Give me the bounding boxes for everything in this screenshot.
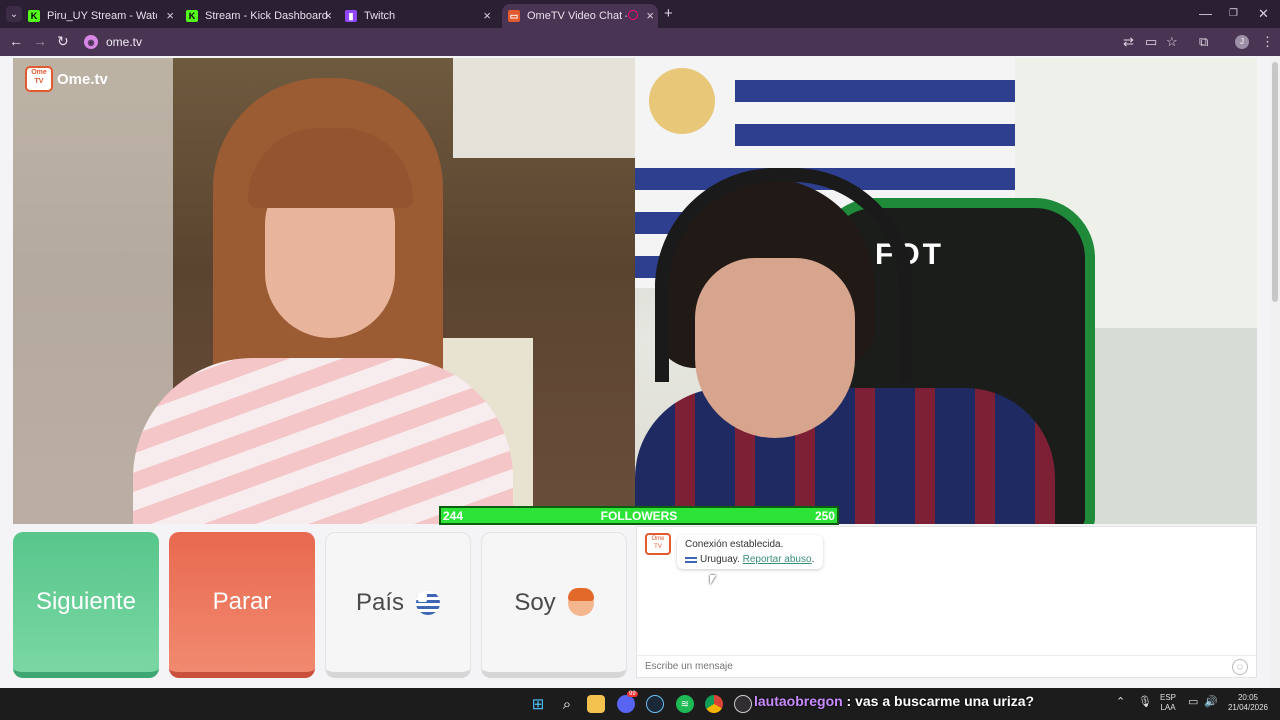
person-jersey (635, 388, 1055, 524)
search-icon[interactable]: ⌕ (558, 695, 576, 713)
ometv-logo[interactable]: Ome TV Ome.tv (25, 66, 108, 92)
extensions-icon[interactable]: ⧉ (1199, 34, 1208, 50)
flag-sun-canton (635, 58, 735, 158)
followers-goal: 250 (814, 508, 835, 523)
followers-label: FOLLOWERS (600, 508, 678, 523)
chat-input-row: ☺ (637, 655, 1256, 678)
obs-icon[interactable] (734, 695, 752, 713)
self-video: FOT (635, 58, 1257, 524)
site-info-icon[interactable]: ◉ (84, 35, 98, 49)
mouse-cursor-icon (710, 575, 716, 585)
back-icon[interactable]: ← (9, 33, 23, 49)
tab-ometv[interactable]: ▭ OmeTV Video Chat — Ome × (502, 4, 658, 28)
menu-icon[interactable]: ⋮ (1261, 34, 1274, 50)
sun-of-may-icon (649, 68, 715, 134)
ometv-icon: ▭ (508, 10, 520, 22)
recording-icon (628, 10, 638, 20)
chat-panel: Ome TV Conexión establecida. Uruguay. Re… (636, 526, 1257, 678)
close-window-icon[interactable]: ✕ (1258, 6, 1269, 22)
page-content: Ome TV Ome.tv FOT 244 FOLLOWERS 250 Sigu… (0, 56, 1280, 688)
stop-button[interactable]: Parar (169, 532, 315, 678)
profile-avatar[interactable]: J (1235, 35, 1249, 49)
microphone-icon[interactable]: 🎙 (1138, 697, 1152, 708)
url-text: ome.tv (106, 35, 143, 49)
system-message: Conexión establecida. Uruguay. Reportar … (677, 535, 823, 569)
steam-icon[interactable] (646, 695, 664, 713)
headset (655, 168, 913, 382)
translate-icon[interactable]: ⇄ (1123, 34, 1134, 50)
tab-strip: ⌄ K Piru_UY Stream - Watch Live on × K S… (0, 0, 1280, 28)
ometv-chat-icon: Ome TV (645, 533, 671, 555)
new-tab-button[interactable]: + (664, 5, 673, 22)
kick-icon: K (28, 10, 40, 22)
chrome-icon[interactable] (705, 695, 723, 713)
bookmark-star-icon[interactable]: ☆ (1166, 34, 1178, 50)
discord-badge: 99 (627, 691, 638, 697)
clock[interactable]: 20:05 21/04/2026 (1226, 693, 1270, 713)
reload-icon[interactable]: ↻ (57, 33, 69, 50)
ometv-tv-icon: Ome TV (25, 66, 53, 92)
person-sweater (133, 358, 513, 524)
chat-message: : vas a buscarme una uriza? (842, 693, 1035, 709)
network-icon[interactable]: ▭ (1188, 697, 1198, 708)
next-button[interactable]: Siguiente (13, 532, 159, 678)
gender-select-button[interactable]: Soy (481, 532, 627, 678)
country-filter-button[interactable]: País (325, 532, 471, 678)
restore-icon[interactable]: ❐ (1229, 8, 1238, 19)
close-tab-icon[interactable]: × (646, 8, 654, 23)
stranger-country: Uruguay. (700, 554, 740, 565)
address-bar[interactable]: ◉ ome.tv (80, 31, 1110, 53)
followers-current: 244 (443, 508, 464, 523)
language-indicator[interactable]: ESP LAA (1160, 693, 1176, 713)
cast-icon[interactable]: ▭ (1145, 34, 1157, 50)
report-abuse-link[interactable]: Reportar abuso (743, 554, 812, 565)
followers-goal-bar: 244 FOLLOWERS 250 (439, 506, 839, 525)
stranger-video: Ome TV Ome.tv (13, 58, 635, 524)
windows-taskbar: ⊞ ⌕ 99 ≋ lautaobregon : vas a buscarme u… (0, 688, 1280, 720)
connection-status: Conexión establecida. (685, 539, 784, 550)
browser-toolbar: ← → ↻ ◉ ome.tv ⇄ ▭ ☆ ⧉ J ⋮ (0, 28, 1280, 56)
close-tab-icon[interactable]: × (166, 8, 174, 23)
tab-search-dropdown-icon[interactable]: ⌄ (6, 6, 22, 22)
tab-kick-dashboard[interactable]: K Stream - Kick Dashboard × (186, 4, 336, 28)
scrollbar-thumb[interactable] (1272, 62, 1278, 302)
forward-icon[interactable]: → (33, 33, 47, 49)
twitch-icon: ▮ (345, 10, 357, 22)
kick-icon: K (186, 10, 198, 22)
uruguay-flag-icon (685, 554, 697, 564)
start-icon[interactable]: ⊞ (529, 695, 547, 713)
close-tab-icon[interactable]: × (483, 8, 491, 23)
tray-overflow-icon[interactable]: ⌃ (1116, 697, 1125, 708)
emoji-icon[interactable]: ☺ (1232, 659, 1248, 675)
stream-chat-overlay: lautaobregon : vas a buscarme una uriza? (754, 693, 1034, 709)
tab-twitch[interactable]: ▮ Twitch × (345, 4, 495, 28)
background-shelf (453, 58, 635, 158)
tab-piru-stream[interactable]: K Piru_UY Stream - Watch Live on × (28, 4, 178, 28)
message-input[interactable] (643, 660, 1207, 673)
spotify-icon[interactable]: ≋ (676, 695, 694, 713)
close-tab-icon[interactable]: × (324, 8, 332, 23)
uruguay-flag-icon (416, 590, 441, 615)
volume-icon[interactable]: 🔊 (1204, 697, 1218, 708)
minimize-icon[interactable]: — (1199, 6, 1212, 21)
chat-username: lautaobregon (754, 693, 843, 709)
file-explorer-icon[interactable] (587, 695, 605, 713)
discord-icon[interactable]: 99 (617, 691, 638, 713)
boy-emoji-icon (567, 587, 594, 616)
